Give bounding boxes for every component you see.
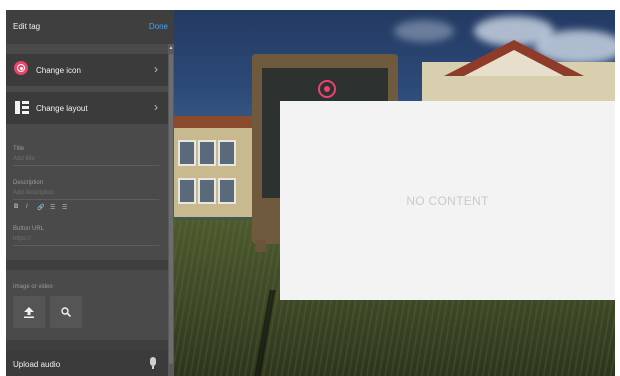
microphone-stand xyxy=(152,366,154,369)
panel-title: Edit tag xyxy=(13,22,41,31)
button-url-underline xyxy=(13,245,159,246)
italic-button[interactable]: I xyxy=(26,204,28,210)
description-underline xyxy=(13,199,159,200)
change-layout-label: Change layout xyxy=(36,104,88,113)
change-layout-row[interactable]: Change layout › xyxy=(6,92,168,124)
description-label: Description xyxy=(13,180,44,186)
layout-icon xyxy=(15,101,29,114)
numbered-list-button[interactable]: ☰ xyxy=(50,204,55,211)
tag-content-preview: NO CONTENT xyxy=(280,101,615,300)
scroll-thumb[interactable] xyxy=(169,54,173,364)
section-divider xyxy=(6,260,168,270)
bold-button[interactable]: B xyxy=(14,204,18,210)
panel-header: Edit tag Done xyxy=(6,10,174,44)
edit-tag-panel: Edit tag Done Change icon › Change layou… xyxy=(6,10,174,376)
change-icon-row[interactable]: Change icon › xyxy=(6,54,168,86)
search-media-button[interactable] xyxy=(50,296,82,328)
button-url-input[interactable]: https:// xyxy=(13,236,31,242)
board-post xyxy=(256,240,266,252)
upload-audio-row[interactable]: Upload audio xyxy=(6,350,168,376)
section-divider xyxy=(6,340,168,350)
no-content-label: NO CONTENT xyxy=(406,193,489,208)
microphone-icon xyxy=(150,357,156,366)
title-label: Title xyxy=(13,146,25,152)
panel-scrollbar[interactable]: ▲ xyxy=(168,44,174,376)
media-label: Image or video xyxy=(13,284,53,290)
building-left xyxy=(174,116,254,217)
upload-audio-label: Upload audio xyxy=(13,360,61,369)
building-gable-inner xyxy=(464,50,564,76)
upload-icon xyxy=(24,306,34,318)
chevron-right-icon: › xyxy=(154,62,158,76)
window xyxy=(198,178,216,204)
window xyxy=(178,178,196,204)
bullet-list-button[interactable]: ☰ xyxy=(62,204,67,211)
upload-media-button[interactable] xyxy=(13,296,45,328)
chevron-right-icon: › xyxy=(154,100,158,114)
tag-marker-icon[interactable] xyxy=(318,80,336,98)
search-icon xyxy=(61,307,71,317)
cloud xyxy=(394,20,454,42)
window xyxy=(198,140,216,166)
editor-stage: NO CONTENT Edit tag Done Change icon › C… xyxy=(6,10,615,376)
title-input[interactable]: Add title xyxy=(13,156,35,162)
window xyxy=(218,140,236,166)
window xyxy=(218,178,236,204)
target-icon xyxy=(14,61,28,75)
link-button[interactable]: 🔗 xyxy=(37,204,44,211)
title-underline xyxy=(13,165,159,166)
building-roof xyxy=(174,116,254,128)
scroll-up-icon[interactable]: ▲ xyxy=(168,44,174,52)
description-input[interactable]: Add description xyxy=(13,190,54,196)
button-url-label: Button URL xyxy=(13,226,45,232)
change-icon-label: Change icon xyxy=(36,66,81,75)
window xyxy=(178,140,196,166)
done-button[interactable]: Done xyxy=(149,22,168,31)
